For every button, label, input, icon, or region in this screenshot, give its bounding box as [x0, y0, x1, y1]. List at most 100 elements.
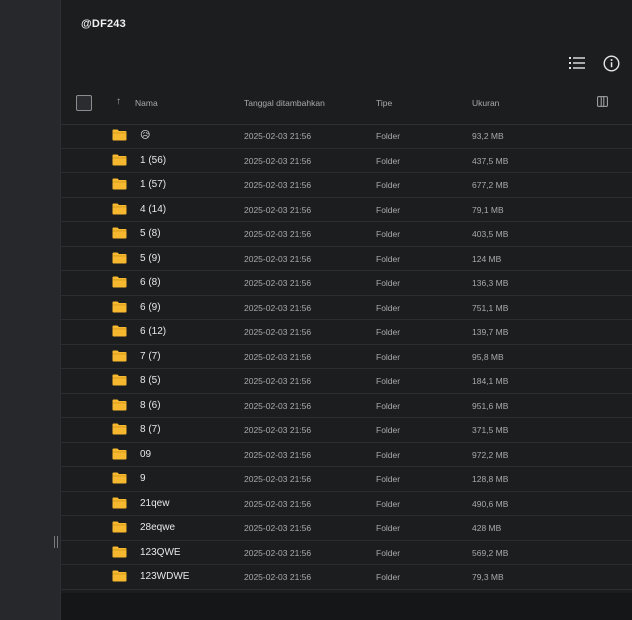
sidebar-resize-handle[interactable] — [53, 535, 59, 549]
row-size: 428 MB — [472, 523, 502, 533]
row-size: 139,7 MB — [472, 327, 509, 337]
row-name: 21qew — [140, 497, 170, 509]
row-size: 184,1 MB — [472, 376, 509, 386]
folder-icon — [112, 399, 127, 411]
folder-icon — [112, 178, 127, 190]
file-browser-panel: @DF243 ↑ Nama Tanggal ditambahkan Tipe U… — [61, 0, 632, 614]
folder-icon — [112, 203, 127, 215]
row-date: 2025-02-03 21:56 — [244, 400, 312, 411]
table-row[interactable]: 123WDWE 2025-02-03 21:56 Folder 79,3 MB — [61, 565, 632, 590]
table-row[interactable]: 9 2025-02-03 21:56 Folder 128,8 MB — [61, 467, 632, 492]
table-row[interactable]: 1 (56) 2025-02-03 21:56 Folder 437,5 MB — [61, 149, 632, 173]
row-name: 😥 — [140, 130, 151, 141]
page-title: @DF243 — [81, 18, 126, 30]
folder-icon — [112, 276, 127, 288]
row-size: 437,5 MB — [472, 155, 509, 166]
table-row[interactable]: 21qew 2025-02-03 21:56 Folder 490,6 MB — [61, 492, 632, 516]
row-date: 2025-02-03 21:56 — [244, 155, 312, 166]
column-settings-icon[interactable] — [597, 96, 609, 108]
row-name: 6 (9) — [140, 301, 161, 313]
row-date: 2025-02-03 21:56 — [244, 229, 312, 239]
table-row[interactable]: 5 (8) 2025-02-03 21:56 Folder 403,5 MB — [61, 222, 632, 247]
row-date: 2025-02-03 21:56 — [244, 449, 312, 460]
row-size: 403,5 MB — [472, 229, 509, 239]
table-row[interactable]: 1 (57) 2025-02-03 21:56 Folder 677,2 MB — [61, 173, 632, 198]
column-header-name[interactable]: Nama — [135, 98, 158, 108]
folder-icon — [112, 252, 127, 264]
row-name: 6 (8) — [140, 277, 161, 288]
table-row[interactable]: 8 (5) 2025-02-03 21:56 Folder 184,1 MB — [61, 369, 632, 394]
table-row[interactable]: 😥 2025-02-03 21:56 Folder 93,2 MB — [61, 124, 632, 149]
row-name: 1 (56) — [140, 154, 167, 166]
table-header: ↑ Nama Tanggal ditambahkan Tipe Ukuran — [61, 90, 632, 125]
column-header-size[interactable]: Ukuran — [472, 98, 499, 108]
table-row[interactable]: 09 2025-02-03 21:56 Folder 972,2 MB — [61, 443, 632, 467]
row-name: 123QWE — [140, 546, 181, 558]
folder-icon — [112, 546, 127, 558]
row-date: 2025-02-03 21:56 — [244, 351, 312, 362]
row-size: 490,6 MB — [472, 498, 509, 509]
table-row[interactable]: 5 (9) 2025-02-03 21:56 Folder 124 MB — [61, 247, 632, 271]
row-date: 2025-02-03 21:56 — [244, 547, 312, 558]
list-view-icon[interactable] — [568, 54, 586, 72]
row-size: 136,3 MB — [472, 278, 509, 288]
folder-icon — [112, 325, 127, 337]
row-type: Folder — [376, 229, 401, 239]
row-date: 2025-02-03 21:56 — [244, 131, 312, 141]
folder-icon — [112, 423, 127, 435]
folder-icon — [112, 472, 127, 484]
file-list: 😥 2025-02-03 21:56 Folder 93,2 MB 1 (56)… — [61, 124, 632, 614]
row-size: 751,1 MB — [472, 302, 509, 313]
row-name: 7 (7) — [140, 350, 161, 362]
row-type: Folder — [376, 302, 401, 313]
row-size: 124 MB — [472, 253, 502, 264]
row-name: 8 (5) — [140, 375, 161, 386]
folder-icon — [112, 350, 127, 362]
column-header-date[interactable]: Tanggal ditambahkan — [244, 98, 325, 108]
row-name: 1 (57) — [140, 179, 167, 190]
folder-icon — [112, 497, 127, 509]
folder-icon — [112, 129, 127, 141]
table-row[interactable]: 8 (6) 2025-02-03 21:56 Folder 951,6 MB — [61, 394, 632, 418]
folder-icon — [112, 570, 127, 582]
row-date: 2025-02-03 21:56 — [244, 253, 312, 264]
row-size: 677,2 MB — [472, 180, 509, 190]
folder-icon — [112, 154, 127, 166]
row-size: 79,3 MB — [472, 572, 504, 582]
row-name: 8 (7) — [140, 424, 161, 435]
row-date: 2025-02-03 21:56 — [244, 572, 312, 582]
row-name: 5 (8) — [140, 228, 161, 239]
table-row[interactable]: 8 (7) 2025-02-03 21:56 Folder 371,5 MB — [61, 418, 632, 443]
row-type: Folder — [376, 547, 401, 558]
table-row[interactable]: 6 (8) 2025-02-03 21:56 Folder 136,3 MB — [61, 271, 632, 296]
info-icon[interactable] — [602, 54, 620, 72]
table-row[interactable]: 6 (12) 2025-02-03 21:56 Folder 139,7 MB — [61, 320, 632, 345]
select-all-checkbox[interactable] — [76, 95, 92, 111]
folder-icon — [112, 301, 127, 313]
table-row[interactable]: 6 (9) 2025-02-03 21:56 Folder 751,1 MB — [61, 296, 632, 320]
table-row[interactable]: 7 (7) 2025-02-03 21:56 Folder 95,8 MB — [61, 345, 632, 369]
row-type: Folder — [376, 400, 401, 411]
row-size: 972,2 MB — [472, 449, 509, 460]
row-type: Folder — [376, 155, 401, 166]
column-header-type[interactable]: Tipe — [376, 98, 392, 108]
row-size: 93,2 MB — [472, 131, 504, 141]
row-size: 371,5 MB — [472, 425, 509, 435]
row-type: Folder — [376, 449, 401, 460]
row-name: 4 (14) — [140, 203, 167, 215]
row-date: 2025-02-03 21:56 — [244, 204, 312, 215]
row-size: 569,2 MB — [472, 547, 509, 558]
row-name: 5 (9) — [140, 252, 161, 264]
row-date: 2025-02-03 21:56 — [244, 474, 312, 484]
folder-icon — [112, 374, 127, 386]
table-row[interactable]: 123QWE 2025-02-03 21:56 Folder 569,2 MB — [61, 541, 632, 565]
row-type: Folder — [376, 523, 401, 533]
sort-ascending-icon[interactable]: ↑ — [116, 97, 121, 107]
row-name: 6 (12) — [140, 326, 167, 337]
row-date: 2025-02-03 21:56 — [244, 327, 312, 337]
table-row[interactable]: 28eqwe 2025-02-03 21:56 Folder 428 MB — [61, 516, 632, 541]
row-name: 8 (6) — [140, 399, 161, 411]
row-type: Folder — [376, 278, 401, 288]
folder-icon — [112, 448, 127, 460]
table-row[interactable]: 4 (14) 2025-02-03 21:56 Folder 79,1 MB — [61, 198, 632, 222]
